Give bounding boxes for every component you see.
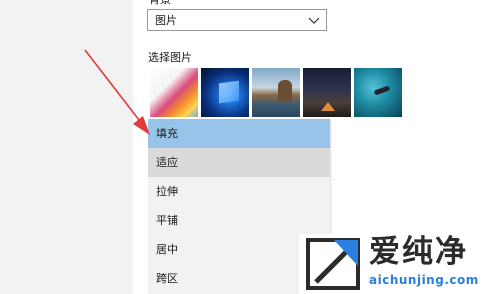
fit-option-label: 跨区 (156, 272, 178, 285)
background-type-value: 图片 (155, 14, 177, 27)
watermark-cn-text: 爱纯净 (369, 234, 468, 270)
fit-option-label: 适应 (156, 156, 178, 169)
fit-option-fill[interactable]: 填充 (148, 119, 330, 148)
background-type-dropdown[interactable]: 图片 (147, 9, 327, 31)
fit-option-stretch[interactable]: 拉伸 (148, 177, 330, 206)
watermark-logo-icon (306, 238, 360, 290)
picture-thumbnail-5[interactable] (354, 68, 402, 117)
fit-option-label: 平铺 (156, 214, 178, 227)
rock-shape (278, 80, 292, 102)
fit-option-tile[interactable]: 平铺 (148, 206, 330, 235)
watermark-url: aichunjing.com (369, 273, 479, 287)
left-navigation-pane (0, 0, 133, 294)
chevron-down-icon (308, 17, 320, 24)
fit-option-label: 居中 (156, 243, 178, 256)
picture-thumbnail-2[interactable] (201, 68, 249, 117)
fit-option-label: 填充 (156, 127, 178, 140)
background-label: 背景 (149, 0, 171, 6)
diver-shape (373, 85, 391, 96)
picture-thumbnail-4[interactable] (303, 68, 351, 117)
choose-picture-label: 选择图片 (148, 51, 192, 64)
tent-shape (321, 102, 335, 111)
picture-thumbnail-3[interactable] (252, 68, 300, 117)
fit-option-label: 拉伸 (156, 185, 178, 198)
watermark: 爱纯净 aichunjing.com (299, 234, 495, 294)
picture-thumbnail-1[interactable] (150, 68, 198, 117)
fit-option-fit[interactable]: 适应 (148, 148, 330, 177)
windows-logo-shape (219, 80, 239, 104)
